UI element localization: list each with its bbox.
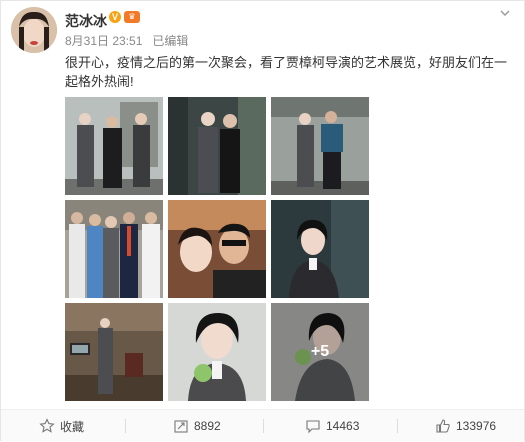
post-content: 很开心，疫情之后的第一次聚会，看了贾樟柯导演的艺术展览，好朋友们在一起格外热闹!	[65, 55, 508, 89]
avatar[interactable]	[11, 7, 57, 53]
repost-icon	[174, 420, 188, 433]
post-date[interactable]: 8月31日 23:51	[65, 34, 142, 48]
repost-count: 8892	[194, 419, 221, 433]
photo-4[interactable]	[65, 200, 163, 298]
action-bar: 收藏 8892 14463 133976	[1, 409, 524, 442]
divider	[125, 419, 126, 433]
photo-8[interactable]	[168, 303, 266, 401]
edited-label[interactable]: 已编辑	[152, 34, 188, 48]
star-icon	[39, 418, 55, 433]
like-count: 133976	[456, 419, 497, 433]
photo-5[interactable]	[168, 200, 266, 298]
favorite-button[interactable]: 收藏	[39, 410, 84, 442]
like-button[interactable]: 133976	[435, 410, 496, 442]
thumbs-up-icon	[436, 419, 450, 433]
repost-button[interactable]: 8892	[173, 410, 221, 442]
comment-count: 14463	[326, 419, 360, 433]
more-photos-count[interactable]: +5	[271, 303, 369, 401]
divider	[263, 419, 264, 433]
photo-1[interactable]	[65, 97, 163, 195]
photo-grid: +5	[65, 97, 371, 401]
vip-icon[interactable]: ♛	[124, 11, 140, 23]
photo-2[interactable]	[168, 97, 266, 195]
weibo-post-card: 范冰冰 V ♛ 8月31日 23:51 已编辑 很开心，疫情之后的第一次聚会，看了…	[0, 0, 525, 442]
photo-6[interactable]	[271, 200, 369, 298]
photo-3[interactable]	[271, 97, 369, 195]
comment-icon	[306, 420, 320, 434]
chevron-down-icon[interactable]	[500, 8, 510, 18]
post-meta: 8月31日 23:51 已编辑	[65, 32, 198, 49]
photo-9[interactable]: +5	[271, 303, 369, 401]
favorite-label: 收藏	[60, 419, 85, 434]
verified-v-icon: V	[109, 11, 121, 23]
username[interactable]: 范冰冰	[65, 11, 107, 31]
photo-7[interactable]	[65, 303, 163, 401]
divider	[397, 419, 398, 433]
comment-button[interactable]: 14463	[305, 410, 359, 442]
